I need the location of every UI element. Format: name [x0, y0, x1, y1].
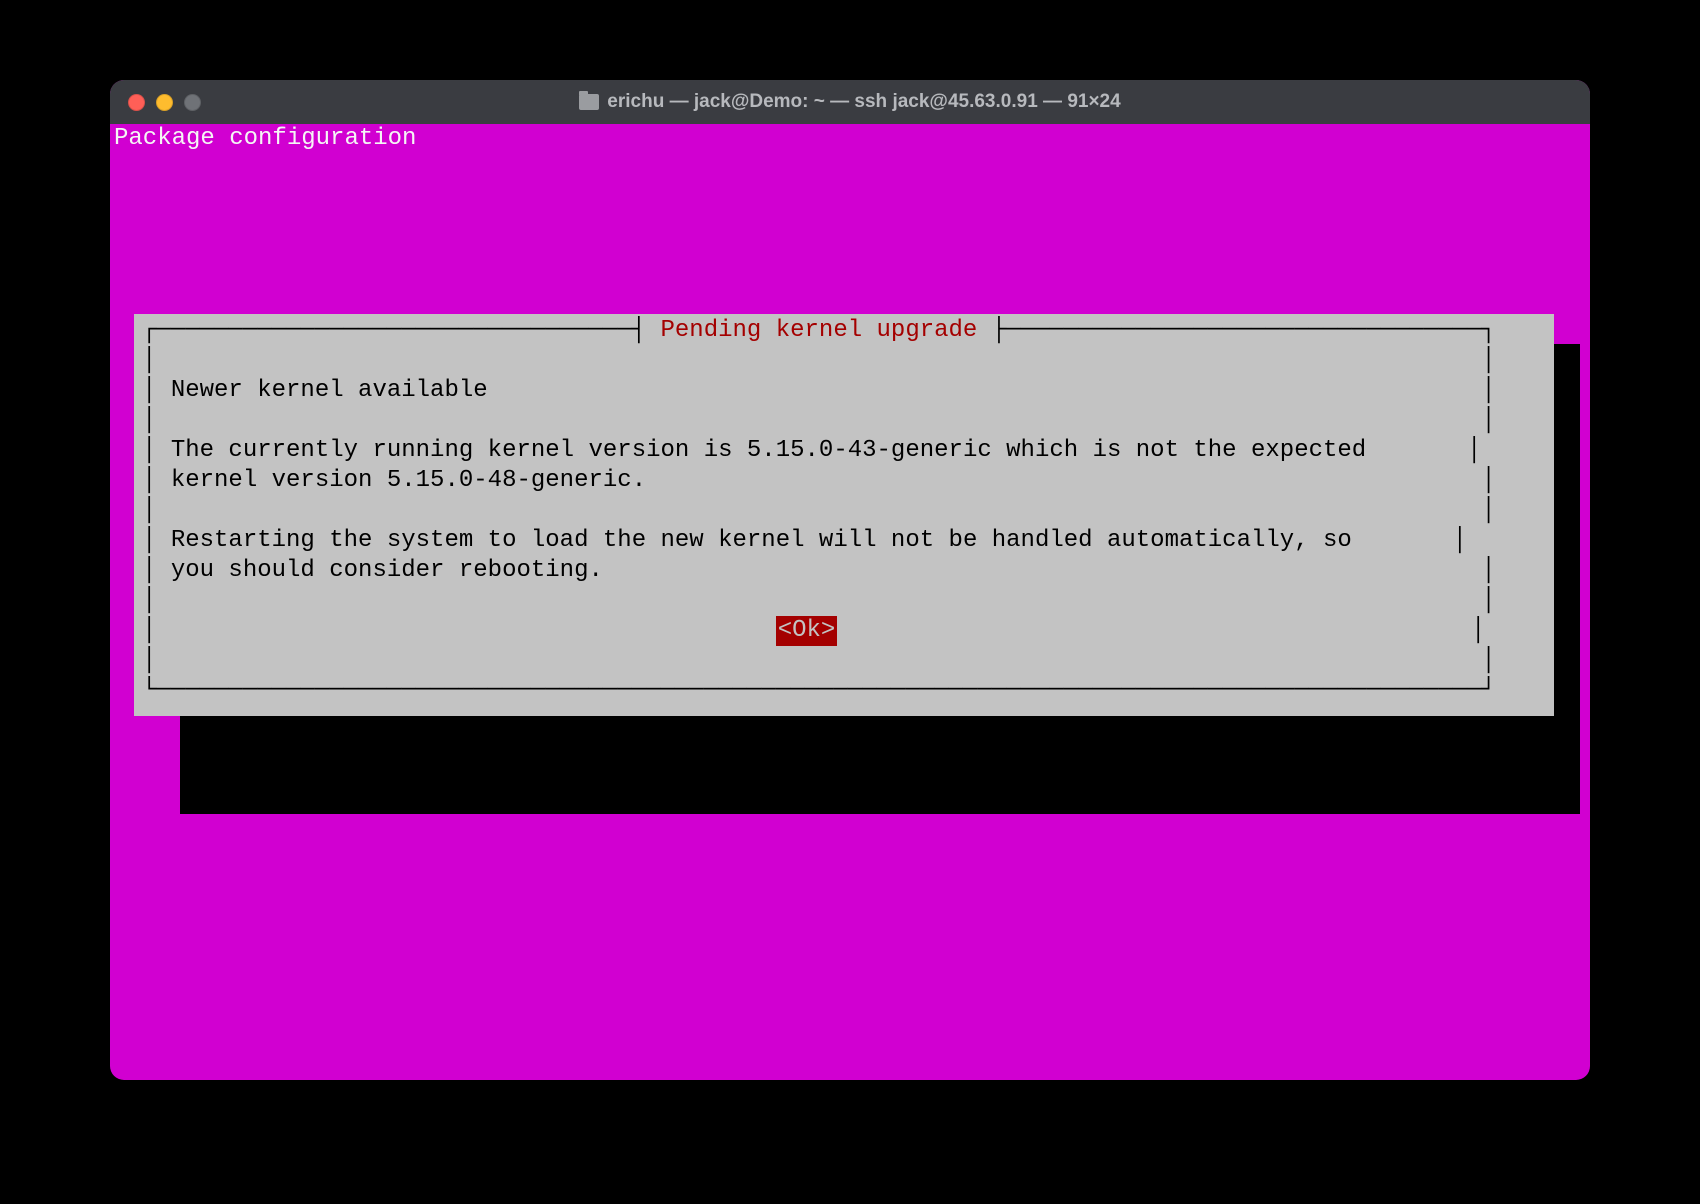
- terminal-window: erichu — jack@Demo: ~ — ssh jack@45.63.0…: [110, 80, 1590, 1080]
- dialog-spacer: │ │: [142, 496, 1546, 526]
- dialog-wrap: ┌─────────────────────────────────┤ Pend…: [134, 314, 1554, 716]
- window-title-text: erichu — jack@Demo: ~ — ssh jack@45.63.0…: [607, 91, 1120, 113]
- dialog-ok-row: │ <Ok> │: [142, 616, 1546, 646]
- folder-icon: [579, 94, 599, 110]
- dialog-body-row: │ you should consider rebooting. │: [142, 556, 1546, 586]
- dialog-spacer: │ │: [142, 586, 1546, 616]
- package-config-header: Package configuration: [110, 124, 1590, 154]
- dialog-body-2: kernel version 5.15.0-48-generic.: [171, 467, 646, 494]
- dialog-border-top: ┌─────────────────────────────────┤ Pend…: [142, 316, 1546, 346]
- titlebar: erichu — jack@Demo: ~ — ssh jack@45.63.0…: [110, 80, 1590, 124]
- dialog-spacer: │ │: [142, 646, 1546, 676]
- dialog-spacer: │ │: [142, 406, 1546, 436]
- dialog-heading: Newer kernel available: [171, 377, 488, 404]
- dialog-body-3: Restarting the system to load the new ke…: [171, 527, 1352, 554]
- dialog-body-4: you should consider rebooting.: [171, 557, 603, 584]
- dialog-body-row: │ kernel version 5.15.0-48-generic. │: [142, 466, 1546, 496]
- dialog-body-row: │ Restarting the system to load the new …: [142, 526, 1546, 556]
- dialog-border-bottom: └───────────────────────────────────────…: [142, 676, 1546, 706]
- dialog-heading-row: │ Newer kernel available │: [142, 376, 1546, 406]
- dialog-body-row: │ The currently running kernel version i…: [142, 436, 1546, 466]
- dialog: ┌─────────────────────────────────┤ Pend…: [134, 314, 1554, 716]
- dialog-title: Pending kernel upgrade: [660, 317, 977, 344]
- window-title: erichu — jack@Demo: ~ — ssh jack@45.63.0…: [110, 91, 1590, 113]
- terminal-body[interactable]: Package configuration ┌─────────────────…: [110, 124, 1590, 1080]
- dialog-body-1: The currently running kernel version is …: [171, 437, 1366, 464]
- dialog-spacer: │ │: [142, 346, 1546, 376]
- ok-button[interactable]: <Ok>: [776, 616, 838, 646]
